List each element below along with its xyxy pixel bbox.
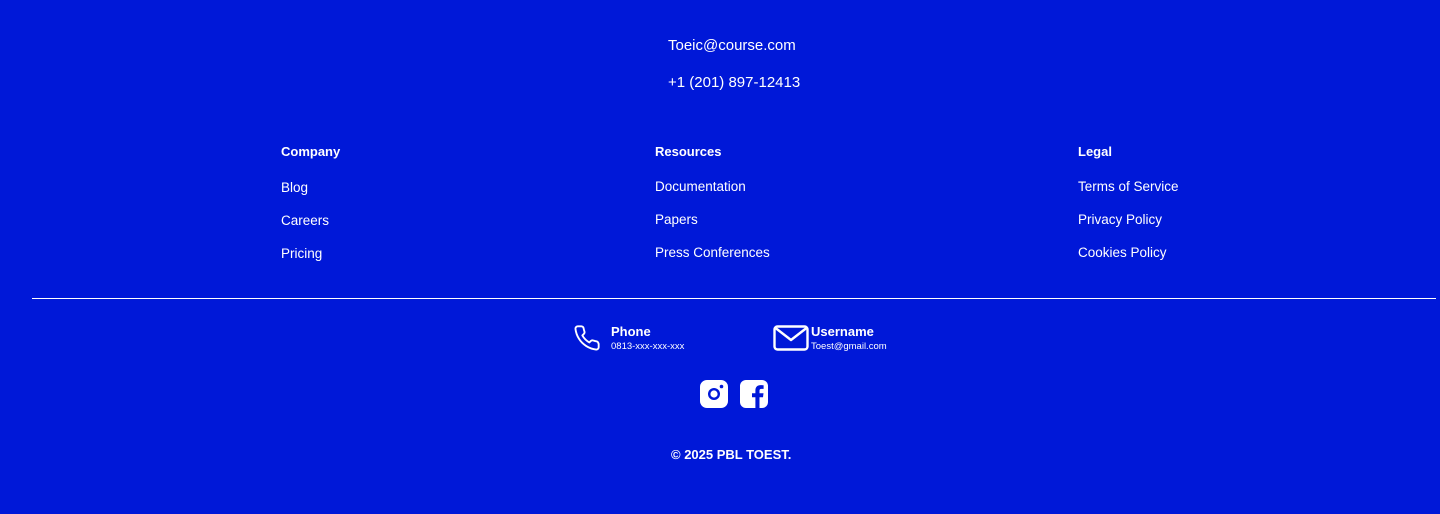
instagram-icon[interactable] — [700, 380, 728, 408]
site-footer: Toeic@course.com +1 (201) 897-12413 Comp… — [0, 0, 1440, 514]
footer-link-terms-of-service[interactable]: Terms of Service — [1078, 177, 1179, 197]
social-links — [700, 380, 768, 408]
footer-link-privacy-policy[interactable]: Privacy Policy — [1078, 210, 1179, 230]
footer-link-pricing[interactable]: Pricing — [281, 244, 340, 264]
column-title-resources: Resources — [655, 144, 722, 159]
column-title-legal: Legal — [1078, 144, 1112, 159]
top-email-link[interactable]: Toeic@course.com — [668, 36, 800, 56]
contact-email-title: Username — [811, 324, 874, 339]
footer-divider — [32, 298, 1436, 299]
footer-link-careers[interactable]: Careers — [281, 211, 340, 231]
phone-icon — [573, 323, 609, 353]
footer-link-press-conferences[interactable]: Press Conferences — [655, 243, 770, 263]
top-phone-link[interactable]: +1 (201) 897-12413 — [668, 73, 800, 93]
footer-link-blog[interactable]: Blog — [281, 178, 340, 198]
contact-phone[interactable]: Phone 0813-xxx-xxx-xxx — [573, 323, 684, 353]
contact-phone-title: Phone — [611, 324, 651, 339]
top-contact-block: Toeic@course.com +1 (201) 897-12413 — [668, 36, 800, 110]
contact-email-value: Toest@gmail.com — [811, 341, 887, 352]
column-title-company: Company — [281, 144, 341, 159]
footer-column-company: Company Blog Careers Pricing — [281, 143, 340, 277]
footer-link-documentation[interactable]: Documentation — [655, 177, 770, 197]
footer-link-papers[interactable]: Papers — [655, 210, 770, 230]
copyright-text: © 2025 PBL TOEST. — [671, 447, 792, 462]
mail-icon — [773, 323, 809, 353]
footer-link-cookies-policy[interactable]: Cookies Policy — [1078, 243, 1179, 263]
contact-email[interactable]: Username Toest@gmail.com — [773, 323, 887, 353]
footer-column-resources: Resources Documentation Papers Press Con… — [655, 143, 770, 276]
contact-phone-value: 0813-xxx-xxx-xxx — [611, 341, 685, 352]
footer-column-legal: Legal Terms of Service Privacy Policy Co… — [1078, 143, 1179, 276]
facebook-icon[interactable] — [740, 380, 768, 408]
